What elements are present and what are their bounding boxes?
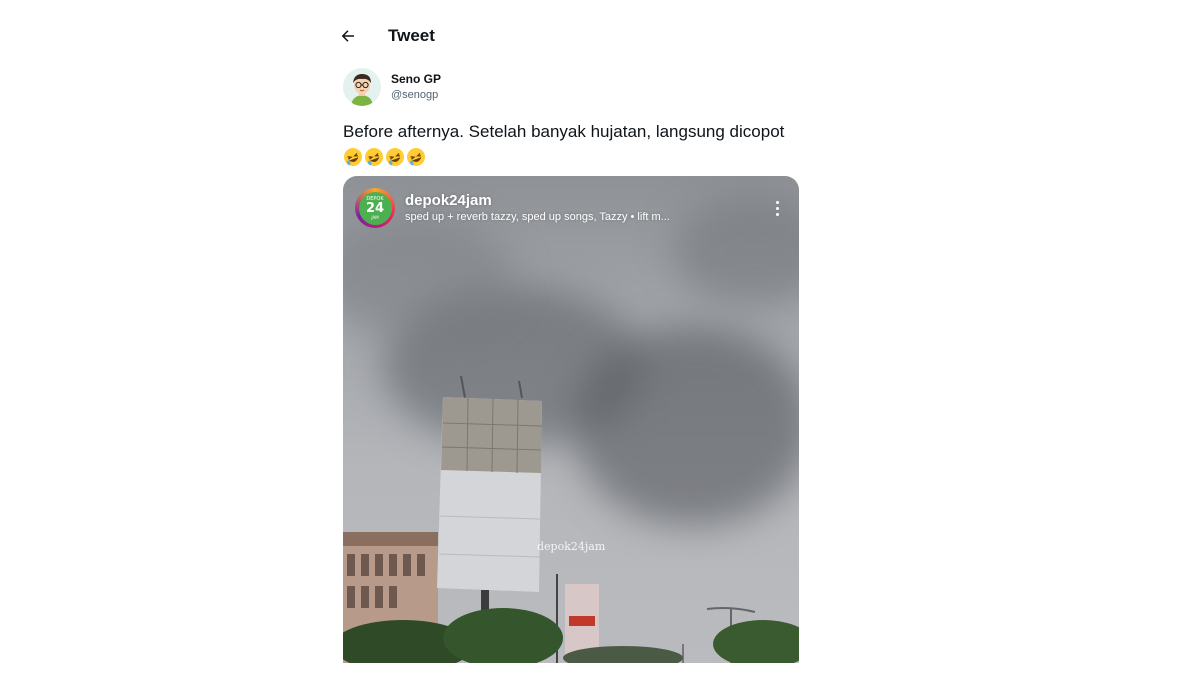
arrow-left-icon — [341, 30, 354, 42]
author-handle[interactable]: @senogp — [391, 87, 441, 103]
page-title: Tweet — [388, 26, 435, 45]
more-dot — [775, 206, 779, 210]
rofl-emoji-icon — [365, 147, 383, 166]
rofl-emoji-icon — [344, 147, 362, 166]
video-music-label[interactable]: sped up + reverb tazzy, sped up songs, T… — [405, 210, 767, 225]
account-logo[interactable]: DEPOK 24 JAM — [355, 188, 395, 228]
logo-text-mid: 24 — [365, 201, 385, 216]
back-button[interactable] — [330, 18, 366, 54]
tweet-body: Before afternya. Setelah banyak hujatan,… — [343, 122, 785, 141]
tweet-author: Seno GP @senogp — [343, 68, 441, 106]
video-overlay-header: DEPOK 24 JAM depok24jam sped up + reverb… — [355, 186, 787, 230]
avatar-illustration-icon — [343, 68, 381, 106]
more-vertical-icon[interactable] — [767, 193, 787, 223]
video-meta: depok24jam sped up + reverb tazzy, sped … — [405, 191, 767, 225]
video-watermark: depok24jam — [537, 540, 606, 553]
emoji-group — [343, 147, 426, 167]
more-dot — [775, 212, 779, 216]
avatar[interactable] — [343, 68, 381, 106]
more-dot — [775, 200, 779, 204]
tweet-text: Before afternya. Setelah banyak hujatan,… — [343, 120, 813, 168]
rofl-emoji-icon — [386, 147, 404, 166]
rofl-emoji-icon — [407, 147, 425, 166]
top-bar: Tweet — [330, 18, 810, 54]
street-scene — [343, 375, 799, 663]
tweet-media-video[interactable]: depok24jam DEPOK 24 JAM depok24jam sped … — [343, 176, 799, 663]
logo-text-bottom: JAM — [371, 215, 379, 220]
author-display-name[interactable]: Seno GP — [391, 71, 441, 87]
video-account-name[interactable]: depok24jam — [405, 191, 767, 210]
account-logo-badge: DEPOK 24 JAM — [358, 191, 392, 225]
